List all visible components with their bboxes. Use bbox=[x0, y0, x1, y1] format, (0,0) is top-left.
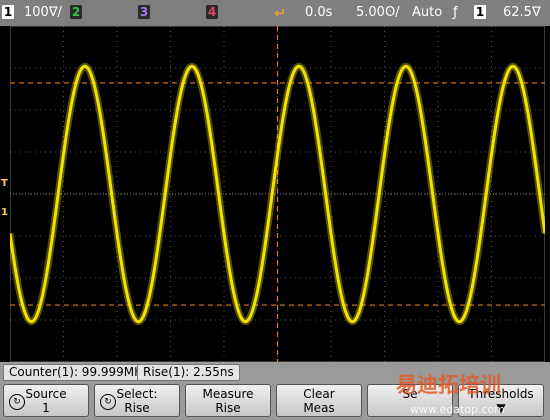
channel-1-indicator[interactable]: 1 bbox=[2, 5, 14, 21]
measure-rise-softkey[interactable]: Measure Rise bbox=[185, 384, 271, 417]
channel-3-number: 3 bbox=[138, 5, 150, 19]
dial-icon: ↻ bbox=[9, 394, 25, 410]
select-softkey[interactable]: ↻ Select: Rise bbox=[94, 384, 180, 417]
channel-2-number: 2 bbox=[70, 5, 82, 19]
trigger-level: 62.5∇ bbox=[503, 5, 541, 20]
channel-1-scale: 100∇/ bbox=[24, 5, 62, 20]
clear-value: Meas bbox=[303, 401, 335, 415]
channel-4-indicator[interactable]: 4 bbox=[206, 5, 218, 21]
trigger-source: 1 bbox=[474, 5, 486, 21]
channel-3-indicator[interactable]: 3 bbox=[138, 5, 150, 21]
rise-time-measurement: Rise(1): 2.55ns bbox=[137, 364, 240, 381]
trigger-level-marker: T bbox=[1, 178, 8, 189]
trigger-slope-icon: ƒ bbox=[453, 5, 458, 20]
status-bar: 1 100∇/ 2 3 4 ↵ 0.0s 5.00ʘ/ Auto ƒ 1 62.… bbox=[0, 0, 550, 26]
time-scale: 5.00ʘ/ bbox=[356, 5, 400, 20]
oscilloscope-screen: 1 100∇/ 2 3 4 ↵ 0.0s 5.00ʘ/ Auto ƒ 1 62.… bbox=[0, 0, 550, 420]
channel-1-number: 1 bbox=[2, 5, 14, 19]
watermark-url: www.edatop.com bbox=[410, 403, 505, 416]
channel-4-number: 4 bbox=[206, 5, 218, 19]
clear-label: Clear bbox=[303, 387, 335, 401]
graticule bbox=[10, 26, 545, 362]
time-position: 0.0s bbox=[305, 5, 333, 20]
dial-icon: ↻ bbox=[100, 394, 116, 410]
measure-value: Rise bbox=[215, 401, 241, 415]
clear-meas-softkey[interactable]: Clear Meas bbox=[276, 384, 362, 417]
watermark-text: 易迪拓培训 bbox=[396, 373, 501, 397]
trigger-position-icon: ↵ bbox=[274, 4, 287, 22]
trigger-source-number: 1 bbox=[474, 5, 486, 19]
ground-marker: 1 bbox=[1, 207, 8, 218]
watermark-logo: 易迪拓培训 www.edatop.com bbox=[396, 373, 505, 416]
channel-2-indicator[interactable]: 2 bbox=[70, 5, 82, 21]
counter-measurement: Counter(1): 99.999MHz bbox=[3, 364, 156, 381]
waveform-display bbox=[10, 26, 545, 362]
source-softkey[interactable]: ↻ Source 1 bbox=[3, 384, 89, 417]
trigger-mode: Auto bbox=[412, 5, 443, 20]
measure-label: Measure bbox=[202, 387, 254, 401]
